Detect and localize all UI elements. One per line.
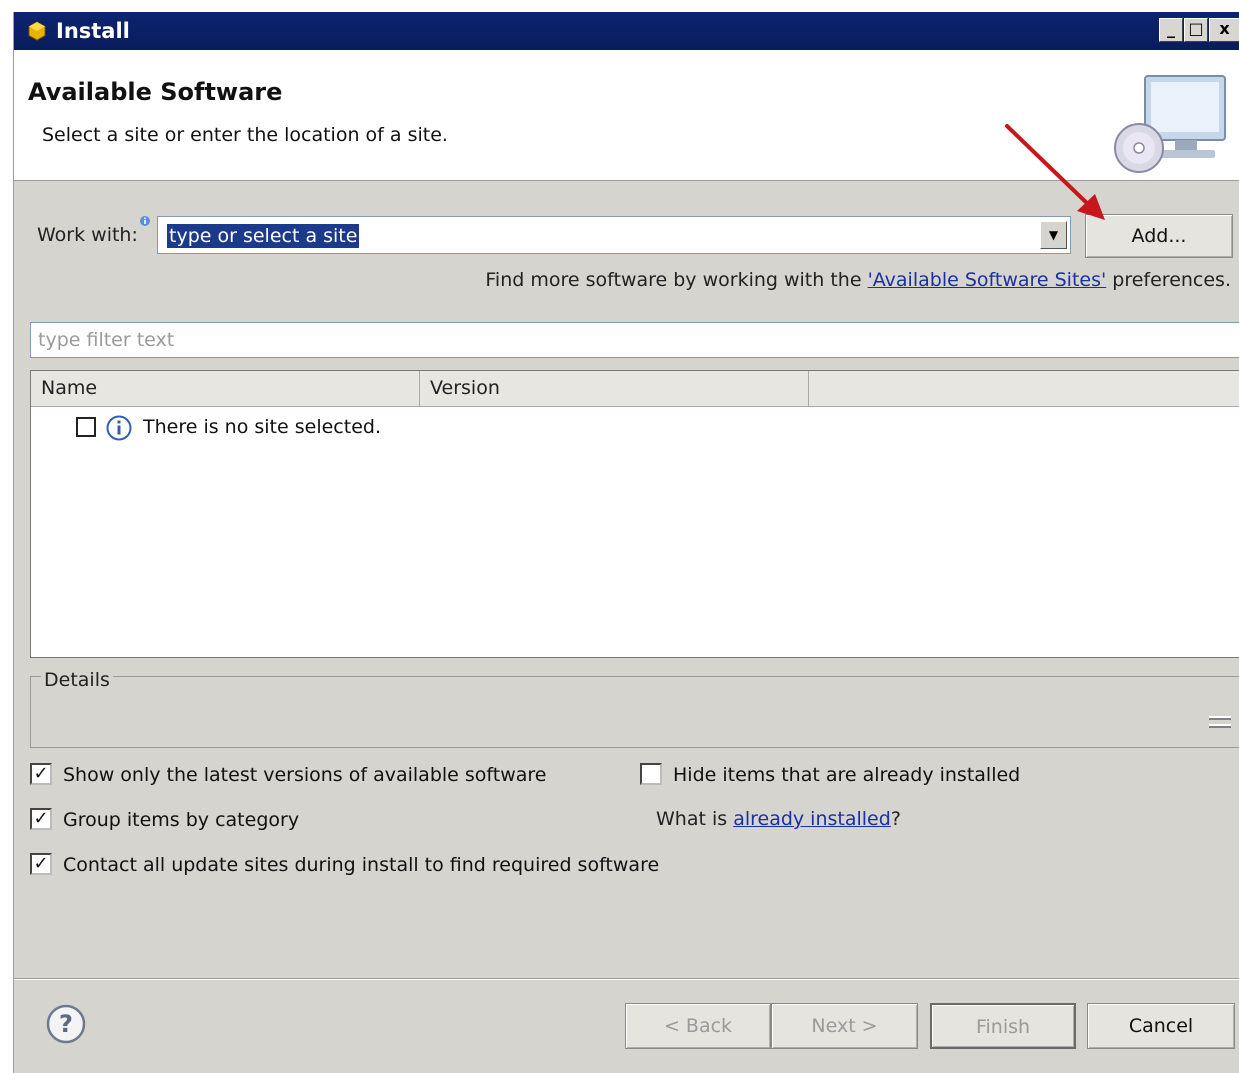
help-icon[interactable]: ? <box>46 1004 86 1044</box>
work-with-label: Work with: <box>37 224 138 246</box>
red-arrow-annotation <box>1005 124 1105 220</box>
filter-placeholder: type filter text <box>38 329 175 351</box>
page-title: Available Software <box>28 78 283 106</box>
next-button[interactable]: Next > <box>771 1003 918 1049</box>
row-checkbox[interactable] <box>76 417 96 437</box>
maximize-button[interactable]: □ <box>1184 18 1208 42</box>
find-more-suffix: preferences. <box>1106 269 1231 291</box>
button-bar-separator <box>14 978 1239 980</box>
software-tree[interactable]: Name Version There is no site selected. <box>30 370 1239 658</box>
find-more-prefix: Find more software by working with the <box>485 269 868 291</box>
hide-installed-checkbox[interactable] <box>640 763 662 785</box>
what-suffix: ? <box>890 808 901 830</box>
group-by-category-label: Group items by category <box>63 809 300 831</box>
work-with-input[interactable]: type or select a site <box>167 224 360 248</box>
tree-header: Name Version <box>31 371 1239 407</box>
details-label: Details <box>41 669 113 691</box>
page-description: Select a site or enter the location of a… <box>42 124 448 146</box>
details-group: Details <box>30 669 1239 748</box>
column-extra[interactable] <box>809 371 1239 406</box>
available-sites-link[interactable]: 'Available Software Sites' <box>868 269 1107 291</box>
svg-text:?: ? <box>59 1010 73 1038</box>
contact-all-sites-checkbox[interactable]: ✓ <box>30 853 52 875</box>
window-title: Install <box>56 19 130 43</box>
info-decoration-icon <box>140 216 150 226</box>
contact-all-sites-label: Contact all update sites during install … <box>63 854 660 876</box>
row-label: There is no site selected. <box>143 416 381 438</box>
filter-field[interactable]: type filter text <box>30 322 1239 358</box>
column-name[interactable]: Name <box>31 371 420 406</box>
cancel-button[interactable]: Cancel <box>1087 1003 1235 1049</box>
install-dialog: Install _ □ x Available Software Select … <box>13 12 1239 1073</box>
work-with-combo[interactable]: type or select a site ▼ <box>157 216 1071 254</box>
already-installed-link[interactable]: already installed <box>733 808 891 830</box>
find-more-text: Find more software by working with the '… <box>485 269 1231 291</box>
install-banner-icon <box>1114 75 1226 173</box>
what-prefix: What is <box>656 808 734 830</box>
install-app-icon <box>28 21 46 41</box>
minimize-button[interactable]: _ <box>1159 18 1183 42</box>
column-version[interactable]: Version <box>420 371 809 406</box>
what-is-installed-text: What is already installed? <box>656 806 901 832</box>
show-latest-label: Show only the latest versions of availab… <box>63 764 547 786</box>
close-button[interactable]: x <box>1209 18 1239 42</box>
title-bar[interactable]: Install _ □ x <box>14 12 1239 50</box>
resize-sash-icon[interactable] <box>1207 707 1233 733</box>
hide-installed-label: Hide items that are already installed <box>673 764 1021 786</box>
back-button[interactable]: < Back <box>625 1003 771 1049</box>
group-by-category-checkbox[interactable]: ✓ <box>30 808 52 830</box>
finish-button[interactable]: Finish <box>930 1003 1076 1049</box>
show-latest-checkbox[interactable]: ✓ <box>30 763 52 785</box>
info-icon <box>106 415 132 441</box>
